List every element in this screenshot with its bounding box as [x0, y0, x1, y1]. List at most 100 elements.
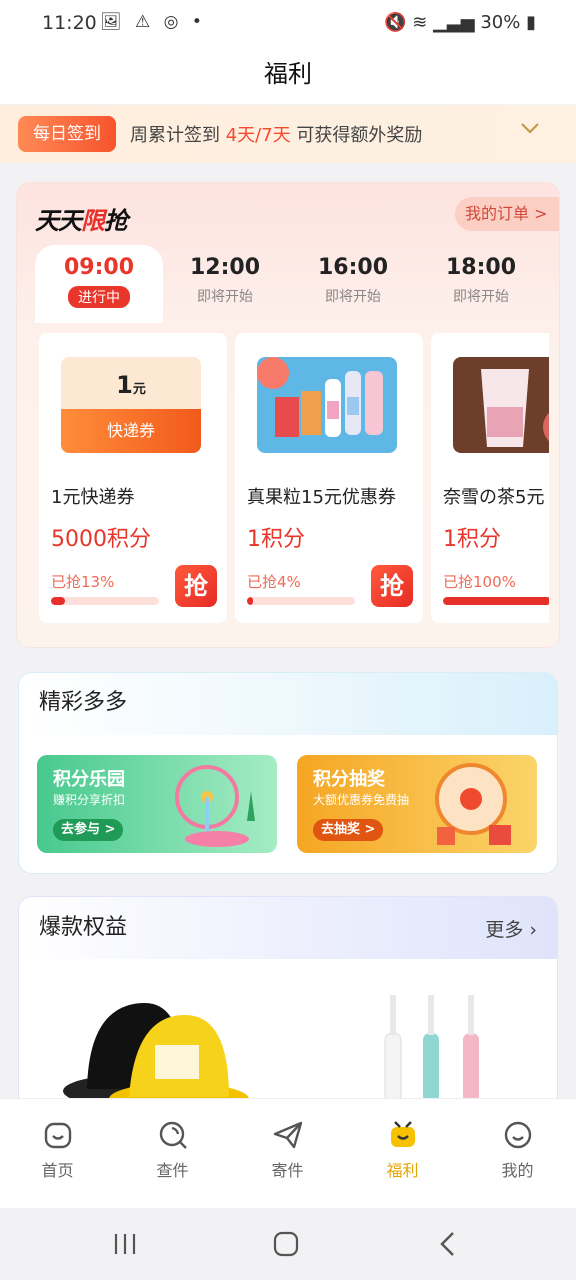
tab-1800[interactable]: 18:00 即将开始	[417, 245, 545, 323]
activities-section: 精彩多多 积分乐园 赚积分享折扣 去参与 > 积分抽奖 大额优惠券免费抽 去抽奖…	[18, 672, 558, 874]
promo-subtitle: 大额优惠券免费抽	[313, 793, 410, 807]
item-sold: 已抢13%	[51, 573, 115, 591]
progress-fill	[51, 597, 66, 605]
signin-prefix: 周累计签到	[130, 125, 226, 146]
coupon-value: 1元	[61, 357, 201, 409]
system-navigation	[0, 1208, 576, 1280]
coupon-label: 快递券	[61, 409, 201, 453]
page-title: 福利	[264, 60, 312, 88]
hot-benefits-section: 爆款权益 更多 ›	[18, 896, 558, 1116]
item-name: 奈雪の茶5元	[443, 487, 545, 508]
tab-time: 09:00	[63, 255, 135, 280]
time-slot-tabs: 09:00 进行中 12:00 即将开始 16:00 即将开始 18:00 即将…	[17, 245, 559, 323]
recent-apps-icon[interactable]	[112, 1232, 138, 1256]
home-icon	[44, 1122, 71, 1149]
nav-profile[interactable]: 我的	[460, 1119, 575, 1181]
bucket-hats-image	[63, 1003, 249, 1103]
flash-item[interactable]: 奈雪の茶5元 1积分 已抢100%	[431, 333, 549, 623]
nav-label: 我的	[501, 1161, 534, 1180]
flash-sale-logo: 天天限抢	[35, 201, 128, 236]
tab-status: 即将开始	[453, 289, 509, 305]
battery-text: 30%	[480, 12, 521, 33]
item-points: 1积分	[443, 527, 501, 552]
points-park-card[interactable]: 积分乐园 赚积分享折扣 去参与 >	[37, 755, 277, 853]
nav-benefits[interactable]: 福利	[345, 1119, 460, 1181]
tab-time: 16:00	[317, 255, 389, 280]
item-sold: 已抢100%	[443, 573, 516, 591]
page-header: 福利	[0, 48, 576, 104]
send-icon	[273, 1121, 302, 1149]
battery-icon: ▮	[526, 12, 536, 33]
home-button-icon[interactable]	[273, 1231, 299, 1257]
points-lottery-card[interactable]: 积分抽奖 大额优惠券免费抽 去抽奖 >	[297, 755, 537, 853]
nav-track[interactable]: 查件	[115, 1119, 230, 1181]
status-right: 🔇 ≋ ▁▃▅ 30% ▮	[384, 12, 536, 33]
status-time: 11:20	[42, 12, 97, 34]
tab-0900[interactable]: 09:00 进行中	[35, 245, 163, 323]
ferris-wheel-icon	[175, 765, 255, 847]
progress-bar	[443, 597, 549, 605]
nav-label: 寄件	[271, 1161, 304, 1180]
nav-label: 福利	[386, 1161, 419, 1180]
flash-sale-section: 天天限抢 我的订单 > 09:00 进行中 12:00 即将开始 16:00 即…	[16, 182, 560, 648]
logo-part-b: 限	[81, 207, 105, 235]
progress-bar	[247, 597, 355, 605]
tab-status: 即将开始	[325, 289, 381, 305]
item-points: 5000积分	[51, 527, 151, 552]
coupon-unit: 元	[132, 382, 146, 397]
more-label: 更多	[485, 919, 524, 941]
logo-part-a: 天天	[35, 207, 82, 235]
chevron-down-icon[interactable]	[520, 119, 540, 140]
my-orders-button[interactable]: 我的订单 >	[455, 197, 559, 231]
prize-wheel-icon	[435, 763, 511, 845]
flash-item[interactable]: 1元 快递券 1元快递券 5000积分 已抢13% 抢	[39, 333, 227, 623]
signin-progress-text: 周累计签到 4天/7天 可获得额外奖励	[130, 121, 422, 147]
nav-home[interactable]: 首页	[0, 1119, 115, 1181]
signin-suffix: 可获得额外奖励	[290, 125, 423, 146]
draw-button[interactable]: 去抽奖 >	[313, 819, 384, 841]
back-icon[interactable]	[438, 1231, 458, 1257]
grab-button[interactable]: 抢	[371, 565, 413, 607]
juice-product-image	[257, 357, 397, 453]
daily-signin-banner[interactable]: 每日签到 周累计签到 4天/7天 可获得额外奖励	[0, 105, 576, 163]
join-button[interactable]: 去参与 >	[53, 819, 124, 841]
nav-send[interactable]: 寄件	[230, 1119, 345, 1181]
tab-time: 12:00	[189, 255, 261, 280]
more-button[interactable]: 更多 ›	[485, 915, 537, 942]
grab-button[interactable]: 抢	[175, 565, 217, 607]
coupon-amount: 1	[116, 371, 133, 399]
tab-1200[interactable]: 12:00 即将开始	[161, 245, 289, 323]
courier-coupon-image: 1元 快递券	[61, 357, 201, 453]
electric-toothbrush-image	[384, 995, 479, 1103]
profile-icon	[504, 1121, 531, 1149]
promo-title: 积分乐园	[53, 769, 125, 790]
promo-subtitle: 赚积分享折扣	[53, 793, 126, 807]
gift-icon	[390, 1121, 415, 1147]
activities-title: 精彩多多	[19, 673, 557, 735]
notification-icons: 🖼 ⚠ ◎ •	[100, 12, 206, 32]
item-sold: 已抢4%	[247, 573, 301, 591]
progress-fill	[247, 597, 254, 605]
tab-status: 即将开始	[197, 289, 253, 305]
bottom-navigation: 首页 查件 寄件 福利 我的	[0, 1098, 576, 1208]
progress-bar	[51, 597, 159, 605]
signin-progress: 4天/7天	[225, 125, 291, 146]
search-icon	[159, 1121, 187, 1149]
flash-item[interactable]: 真果粒15元优惠券 1积分 已抢4% 抢	[235, 333, 423, 623]
chevron-right-icon: ›	[529, 919, 537, 941]
item-points: 1积分	[247, 527, 305, 552]
flash-sale-items: 1元 快递券 1元快递券 5000积分 已抢13% 抢 真果粒15元优惠券 1积…	[39, 333, 549, 627]
nav-label: 查件	[156, 1161, 189, 1180]
tea-product-image	[453, 357, 549, 453]
mute-icon: 🔇	[384, 12, 407, 33]
logo-part-c: 抢	[104, 207, 128, 235]
tab-1600[interactable]: 16:00 即将开始	[289, 245, 417, 323]
signal-icon: ▁▃▅	[433, 12, 475, 33]
tab-time: 18:00	[445, 255, 517, 280]
item-name: 1元快递券	[51, 487, 135, 508]
tab-status: 进行中	[68, 286, 130, 308]
wifi-icon: ≋	[412, 12, 428, 33]
benefits-title: 爆款权益	[19, 897, 557, 959]
progress-fill	[443, 597, 549, 605]
daily-signin-badge[interactable]: 每日签到	[18, 116, 116, 152]
